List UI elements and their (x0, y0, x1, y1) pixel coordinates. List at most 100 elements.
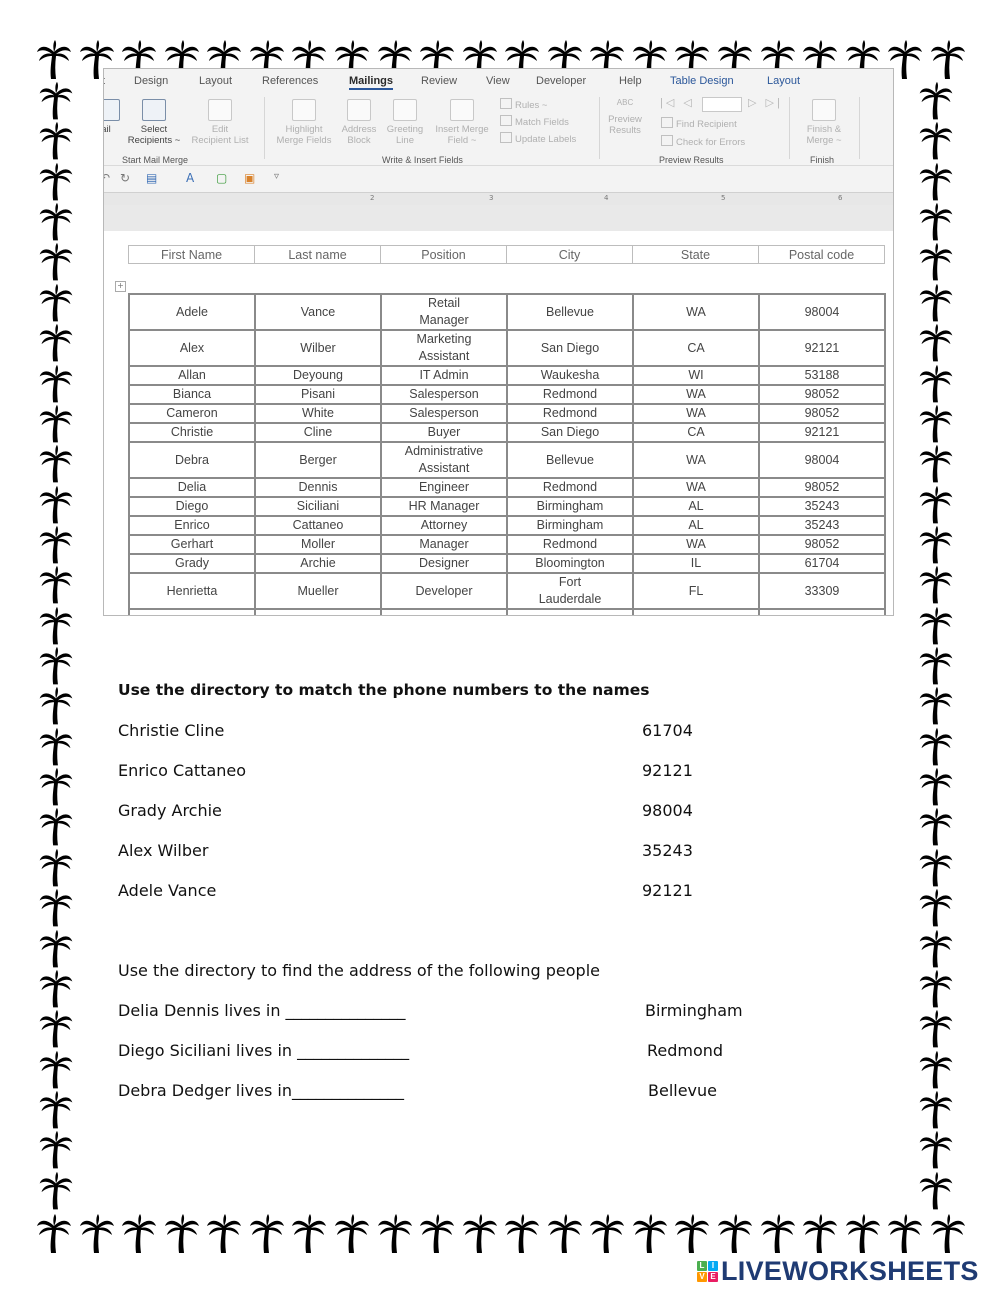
tab-layout[interactable]: Layout (199, 75, 232, 87)
cell-position: Salesperson (380, 403, 508, 424)
match-code[interactable]: 98004 (642, 801, 693, 820)
cell-last-name: Siciliani (254, 496, 382, 517)
edit-recipient-list-button[interactable]: Edit Recipient List (186, 99, 254, 146)
match-code[interactable]: 92121 (642, 761, 693, 780)
group-label-write-insert: Write & Insert Fields (382, 155, 463, 165)
table-row: Project (128, 608, 886, 615)
next-last-record-buttons[interactable]: ▷ ▷| (748, 96, 783, 109)
comment-icon[interactable]: ▢ (216, 171, 227, 185)
tab-partial[interactable]: t (104, 75, 105, 87)
select-recipients-button[interactable]: Select Recipients ~ (124, 99, 184, 146)
tab-design[interactable]: Design (134, 75, 168, 87)
tab-mailings[interactable]: Mailings (349, 75, 394, 90)
update-labels-button[interactable]: Update Labels (500, 132, 576, 145)
cell-position: Retail Manager (380, 293, 508, 331)
palm-tree-icon (845, 1214, 880, 1253)
palm-tree-icon (919, 81, 953, 120)
tab-table-design[interactable]: Table Design (670, 75, 734, 87)
directory-header-table: First Name Last name Position City State… (128, 245, 885, 264)
first-prev-record-buttons[interactable]: |◁ ◁ (660, 96, 695, 109)
save-icon[interactable]: ▣ (244, 171, 255, 185)
tab-table-layout[interactable]: Layout (767, 75, 800, 87)
palm-tree-icon (919, 727, 953, 766)
logo-squares-icon: L I V E (697, 1261, 718, 1282)
match-code[interactable]: 35243 (642, 841, 693, 860)
tab-review[interactable]: Review (421, 75, 457, 87)
palm-tree-icon (249, 1214, 284, 1253)
cell-first-name: Debra (128, 441, 256, 479)
header-state: State (632, 245, 759, 264)
cell-postal-code: 98004 (758, 293, 886, 331)
greeting-line-button[interactable]: Greeting Line (382, 99, 428, 146)
address-block-button[interactable]: Address Block (338, 99, 380, 146)
palm-tree-icon (39, 445, 73, 483)
tab-view[interactable]: View (486, 75, 510, 87)
check-errors-icon (661, 135, 673, 146)
form-icon[interactable]: ▤ (146, 171, 157, 185)
address-answer[interactable]: Bellevue (648, 1081, 717, 1100)
cell-postal-code: 92121 (758, 422, 886, 443)
palm-tree-icon (39, 324, 73, 362)
palm-tree-icon (919, 1010, 953, 1048)
find-recipient-button[interactable]: Find Recipient (661, 117, 737, 130)
palm-tree-icon (919, 929, 953, 967)
palm-tree-icon (919, 566, 953, 604)
cell-postal-code: 53188 (758, 365, 886, 386)
cell-first-name: Henrietta (128, 572, 256, 610)
address-block-icon (347, 99, 371, 121)
cell-state: WA (632, 477, 760, 498)
match-fields-button[interactable]: Match Fields (500, 115, 569, 128)
greeting-line-icon (393, 99, 417, 121)
address-answer[interactable]: Birmingham (645, 1001, 743, 1020)
palm-tree-icon (760, 1214, 795, 1253)
cell-last-name: White (254, 403, 382, 424)
redo-icon[interactable]: ↻ (120, 171, 130, 185)
group-label-start-mail-merge: Start Mail Merge (122, 155, 189, 165)
record-number-input[interactable] (702, 97, 742, 112)
insert-merge-field-button[interactable]: Insert Merge Field ~ (430, 99, 494, 146)
palm-tree-icon (919, 122, 953, 160)
palm-tree-icon (919, 364, 953, 402)
palm-tree-icon (888, 1214, 923, 1253)
ribbon-tabs: t Design Layout References Mailings Revi… (104, 69, 893, 93)
rules-button[interactable]: Rules ~ (500, 98, 547, 111)
preview-results-button[interactable]: ABC Preview Results (604, 97, 646, 136)
cell-first-name: Delia (128, 477, 256, 498)
palm-tree-icon (919, 646, 953, 685)
cell-city: San Diego (506, 422, 634, 443)
palm-tree-icon (39, 727, 73, 766)
match-code[interactable]: 92121 (642, 881, 693, 900)
palm-tree-icon (39, 969, 73, 1008)
customize-toolbar-icon[interactable]: ▿ (274, 171, 279, 182)
table-row: Delia Dennis Engineer Redmond WA 98052 (128, 477, 886, 498)
cell-postal-code: 98004 (758, 441, 886, 479)
tab-help[interactable]: Help (619, 75, 642, 87)
table-move-handle-icon[interactable]: + (115, 281, 126, 292)
cell-last-name: Cline (254, 422, 382, 443)
table-row: Henrietta Mueller Developer Fort Lauderdale F… (128, 572, 886, 610)
cell-position: Project (380, 608, 508, 615)
horizontal-ruler[interactable]: 2 3 4 5 6 (104, 192, 893, 206)
word-mail-merge-screenshot: t Design Layout References Mailings Revi… (103, 68, 894, 616)
cell-last-name: Cattaneo (254, 515, 382, 536)
cell-state: WA (632, 384, 760, 405)
palm-tree-icon (675, 1214, 710, 1253)
read-aloud-icon[interactable]: A (186, 171, 194, 185)
palm-tree-icon (505, 1214, 540, 1253)
check-for-errors-button[interactable]: Check for Errors (661, 135, 745, 148)
tab-references[interactable]: References (262, 75, 318, 87)
liveworksheets-logo[interactable]: L I V E LIVEWORKSHEETS (697, 1256, 979, 1287)
match-code[interactable]: 61704 (642, 721, 693, 740)
abc-icon: ABC (616, 98, 634, 107)
match-name: Christie Cline (118, 721, 225, 740)
address-answer[interactable]: Redmond (647, 1041, 723, 1060)
tab-developer[interactable]: Developer (536, 75, 586, 87)
start-mail-merge-button[interactable]: ail (104, 99, 120, 135)
finish-merge-icon (812, 99, 836, 121)
highlight-merge-fields-button[interactable]: Highlight Merge Fields (272, 99, 336, 146)
palm-tree-icon (39, 1050, 73, 1089)
palm-tree-icon (207, 1214, 242, 1253)
undo-icon[interactable]: ↶ (104, 171, 110, 185)
finish-merge-button[interactable]: Finish & Merge ~ (796, 99, 852, 146)
palm-tree-icon (919, 404, 953, 443)
